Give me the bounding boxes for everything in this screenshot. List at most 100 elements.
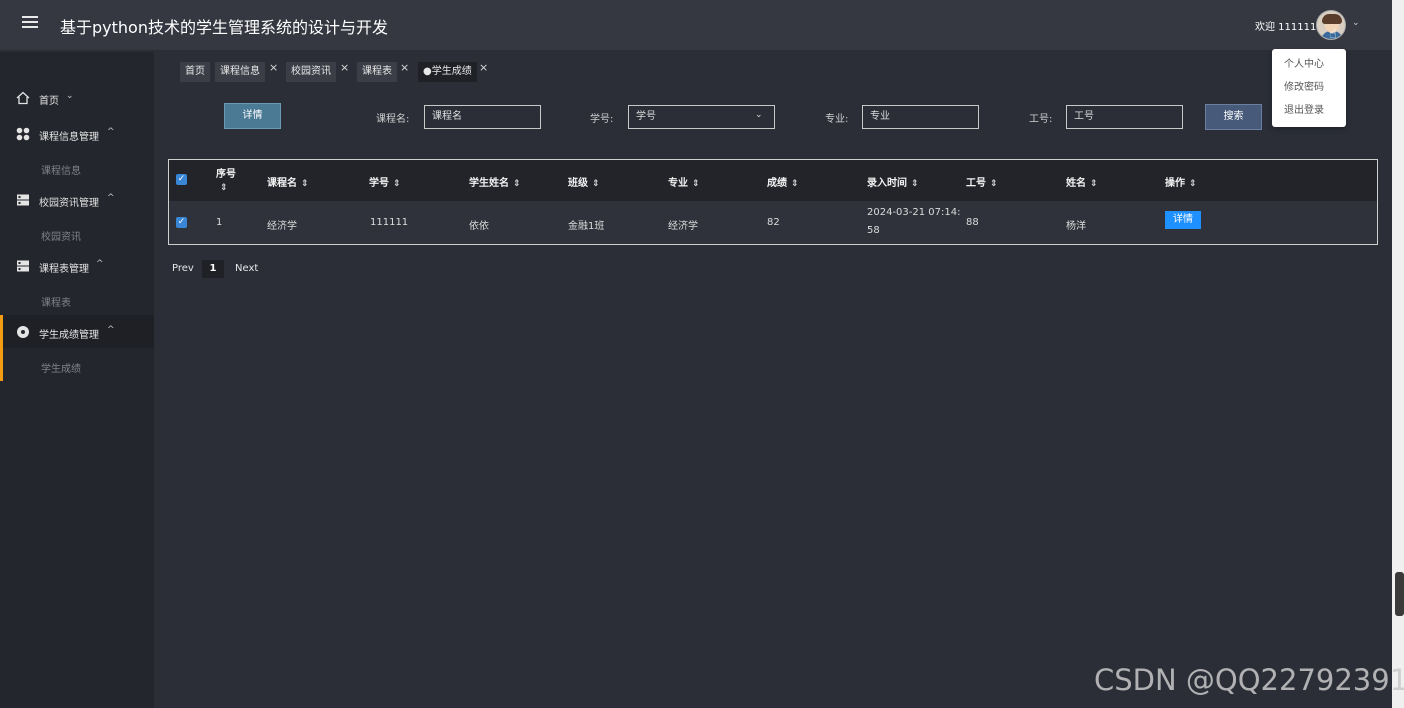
menu-item-change-password[interactable]: 修改密码 <box>1272 80 1346 103</box>
close-icon[interactable]: × <box>340 61 349 74</box>
sidebar-item-label: 校园资讯管理 <box>39 198 99 209</box>
cell-staff-id: 88 <box>966 217 979 228</box>
app-title: 基于python技术的学生管理系统的设计与开发 <box>60 18 388 37</box>
table-header: ✓ 序号 ⇕ 课程名 ⇕ 学号 ⇕ 学生姓名 ⇕ 班级 ⇕ 专业 ⇕ 成绩 ⇕ 录入时间 ⇕ … <box>169 160 1377 201</box>
welcome-text: 欢迎 111111 <box>1255 22 1317 33</box>
sort-icon: ⇕ <box>692 179 700 189</box>
column-header-entry-time[interactable]: 录入时间 ⇕ <box>867 174 919 189</box>
sort-icon: ⇕ <box>592 179 600 189</box>
sidebar-subitem-course-info[interactable]: 课程信息 <box>41 162 81 177</box>
circle-icon <box>17 326 29 338</box>
list-icon <box>17 260 29 272</box>
top-header: 基于python技术的学生管理系统的设计与开发 欢迎 111111 ☝ ⌄ <box>0 0 1392 51</box>
column-header-actions[interactable]: 操作 ⇕ <box>1165 174 1197 189</box>
student-id-label: 学号: <box>590 114 614 125</box>
cell-student-name: 依依 <box>469 221 489 232</box>
column-header-student-name[interactable]: 学生姓名 ⇕ <box>469 174 521 189</box>
sidebar-item-home[interactable]: 首页 ⌄ <box>0 81 154 115</box>
sort-icon: ⇕ <box>1090 179 1098 189</box>
sidebar-item-label: 首页 <box>39 96 59 107</box>
cell-index: 1 <box>216 217 223 228</box>
sidebar-subitem-grades[interactable]: 学生成绩 <box>41 360 81 375</box>
row-detail-button[interactable]: 详情 <box>1165 211 1201 229</box>
tab-campus-news[interactable]: 校园资讯 <box>286 62 336 82</box>
chevron-up-icon: ^ <box>107 193 115 203</box>
tab-home[interactable]: 首页 <box>180 62 210 82</box>
tab-timetable[interactable]: 课程表 <box>357 62 397 82</box>
mouse-pointer-icon: ☝ <box>1329 27 1337 42</box>
column-header-major[interactable]: 专业 ⇕ <box>668 174 700 189</box>
course-name-label: 课程名: <box>376 114 410 125</box>
chevron-up-icon: ^ <box>107 127 115 137</box>
staff-id-label: 工号: <box>1029 114 1053 125</box>
column-header-class[interactable]: 班级 ⇕ <box>568 174 600 189</box>
grid-icon <box>16 127 30 141</box>
scrollbar-thumb[interactable] <box>1395 572 1404 616</box>
cell-course: 经济学 <box>267 221 297 232</box>
sort-icon: ⇕ <box>513 179 521 189</box>
table-row[interactable]: ✓ 1 经济学 111111 依依 金融1班 经济学 82 2024-03-21… <box>169 201 1377 244</box>
menu-item-profile[interactable]: 个人中心 <box>1272 57 1346 80</box>
sidebar-item-label: 课程信息管理 <box>39 132 99 143</box>
sidebar-subitem-timetable[interactable]: 课程表 <box>41 294 71 309</box>
cell-major: 经济学 <box>668 221 698 232</box>
cell-entry-time-cont: 58 <box>867 225 880 236</box>
watermark-text: CSDN @QQ2279239102 <box>1094 663 1404 697</box>
sidebar-item-timetable-management[interactable]: 课程表管理 ^ <box>0 249 154 283</box>
avatar-hair <box>1322 14 1342 24</box>
tab-course-info[interactable]: 课程信息 <box>215 62 265 82</box>
page-number-button[interactable]: 1 <box>202 260 224 278</box>
column-header-course[interactable]: 课程名 ⇕ <box>267 174 309 189</box>
sidebar-item-label: 课程表管理 <box>39 264 89 275</box>
cell-name: 杨洋 <box>1066 221 1086 232</box>
cell-entry-time: 2024-03-21 07:14: <box>867 207 961 218</box>
column-header-name[interactable]: 姓名 ⇕ <box>1066 174 1098 189</box>
close-icon[interactable]: × <box>479 61 488 74</box>
list-icon <box>17 194 29 206</box>
search-button[interactable]: 搜索 <box>1205 104 1262 130</box>
user-dropdown-menu: 个人中心 修改密码 退出登录 <box>1272 49 1346 127</box>
select-all-checkbox[interactable]: ✓ <box>176 174 187 185</box>
tab-grades-active[interactable]: ●学生成绩 <box>418 62 477 82</box>
major-label: 专业: <box>825 114 849 125</box>
prev-page-button[interactable]: Prev <box>172 263 194 275</box>
sidebar-subitem-campus-news[interactable]: 校园资讯 <box>41 228 81 243</box>
menu-item-logout[interactable]: 退出登录 <box>1272 103 1346 126</box>
column-header-index[interactable]: 序号 <box>216 165 236 180</box>
sort-icon: ⇕ <box>301 179 309 189</box>
close-icon[interactable]: × <box>269 61 278 74</box>
sort-icon: ⇕ <box>791 179 799 189</box>
chevron-down-icon[interactable]: ⌄ <box>1352 18 1360 28</box>
course-name-input[interactable]: 课程名 <box>424 105 541 129</box>
major-input[interactable]: 专业 <box>862 105 979 129</box>
home-icon <box>16 91 30 105</box>
cell-score: 82 <box>767 217 780 228</box>
chevron-down-icon: ⌄ <box>755 110 763 120</box>
sort-icon: ⇕ <box>1189 179 1197 189</box>
sort-icon: ⇕ <box>911 179 919 189</box>
detail-button[interactable]: 详情 <box>224 103 281 129</box>
staff-id-input[interactable]: 工号 <box>1066 105 1183 129</box>
chevron-up-icon: ^ <box>107 325 115 335</box>
sort-icon[interactable]: ⇕ <box>220 182 228 193</box>
sidebar-item-grades-management[interactable]: 学生成绩管理 ^ <box>0 315 154 349</box>
column-header-student-id[interactable]: 学号 ⇕ <box>369 174 401 189</box>
student-id-select[interactable]: 学号 <box>628 105 775 129</box>
sidebar: 首页 ⌄ 课程信息管理 ^ 课程信息 校园资讯管理 ^ 校园资讯 课程表管理 ^… <box>0 52 154 708</box>
sidebar-item-label: 学生成绩管理 <box>39 330 99 341</box>
sidebar-item-course-info-management[interactable]: 课程信息管理 ^ <box>0 117 154 151</box>
sort-icon: ⇕ <box>393 179 401 189</box>
chevron-up-icon: ^ <box>96 259 104 269</box>
sidebar-item-campus-news-management[interactable]: 校园资讯管理 ^ <box>0 183 154 217</box>
sort-icon: ⇕ <box>990 179 998 189</box>
next-page-button[interactable]: Next <box>235 263 258 275</box>
grades-table: ✓ 序号 ⇕ 课程名 ⇕ 学号 ⇕ 学生姓名 ⇕ 班级 ⇕ 专业 ⇕ 成绩 ⇕ 录入时间 ⇕ … <box>168 159 1378 245</box>
hamburger-menu-icon[interactable] <box>22 16 38 30</box>
close-icon[interactable]: × <box>400 61 409 74</box>
column-header-score[interactable]: 成绩 ⇕ <box>767 174 799 189</box>
cell-student-id: 111111 <box>370 217 409 228</box>
cell-class: 金融1班 <box>568 221 605 232</box>
column-header-staff-id[interactable]: 工号 ⇕ <box>966 174 998 189</box>
row-checkbox[interactable]: ✓ <box>176 217 187 228</box>
chevron-down-icon: ⌄ <box>66 91 74 101</box>
